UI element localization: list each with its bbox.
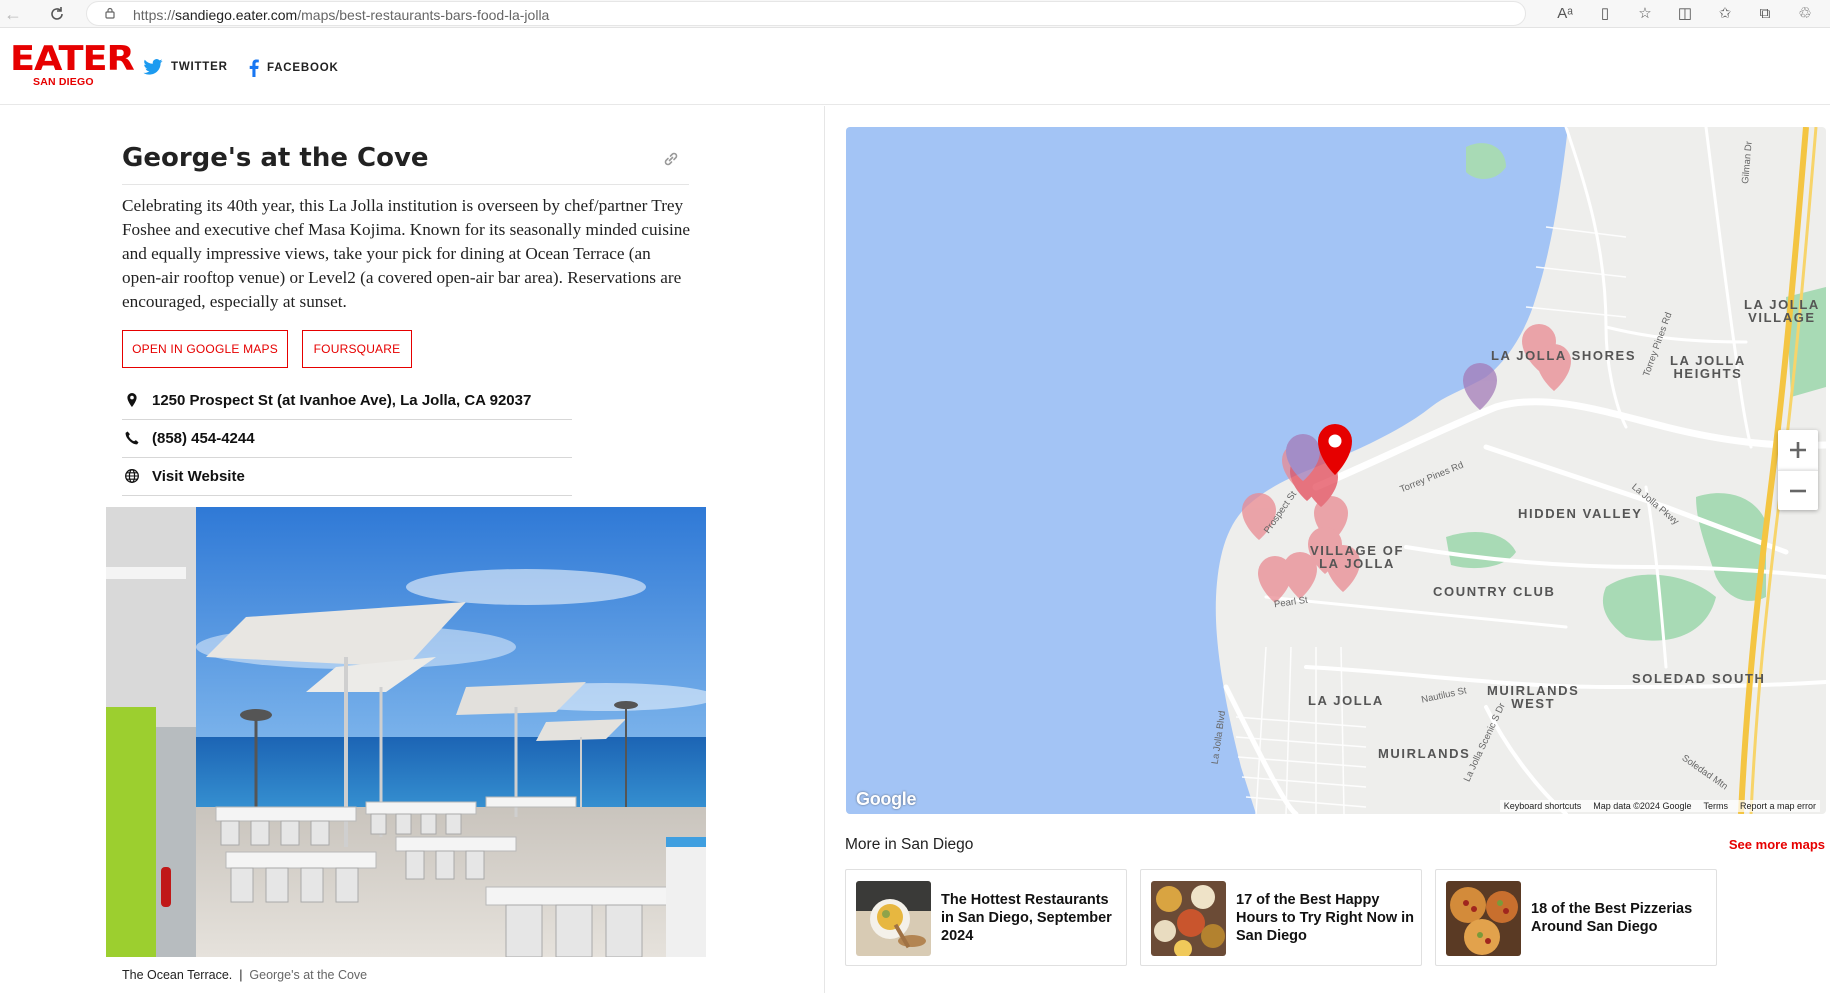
card-thumbnail	[1151, 881, 1226, 956]
google-logo: Google	[856, 789, 917, 809]
lock-icon	[105, 7, 115, 19]
map-label-muirlands: MUIRLANDS	[1378, 746, 1471, 761]
back-icon[interactable]: ←	[2, 3, 24, 25]
see-more-maps-link[interactable]: See more maps	[1729, 837, 1825, 852]
reader-view-icon[interactable]: ▯	[1594, 3, 1616, 25]
browser-toolbar: ← https://sandiego.eater.com/maps/best-r…	[0, 0, 1830, 28]
address-text: 1250 Prospect St (at Ivanhoe Ave), La Jo…	[152, 392, 532, 409]
more-card[interactable]: 18 of the Best Pizzerias Around San Dieg…	[1435, 869, 1717, 966]
reload-icon[interactable]	[46, 3, 68, 25]
venue-description: Celebrating its 40th year, this La Jolla…	[122, 196, 690, 311]
read-aloud-icon[interactable]: A͏ᵃ	[1554, 3, 1576, 25]
venue-photo	[106, 507, 706, 957]
collections-icon[interactable]: ⧉	[1754, 3, 1776, 25]
globe-icon	[125, 469, 139, 483]
twitter-icon	[143, 59, 163, 75]
map-label-la-jolla-heights: LA JOLLA HEIGHTS	[1670, 353, 1746, 381]
title-divider	[122, 184, 689, 185]
split-screen-icon[interactable]: ◫	[1674, 3, 1696, 25]
zoom-out-button[interactable]	[1778, 470, 1818, 510]
column-divider	[824, 106, 825, 993]
map-label-hidden-valley: HIDDEN VALLEY	[1518, 506, 1643, 521]
address-bar[interactable]: https://sandiego.eater.com/maps/best-res…	[86, 1, 1526, 26]
restaurant-map[interactable]: LA JOLLA VILLAGE LA JOLLA SHORES LA JOLL…	[846, 127, 1826, 814]
open-google-maps-button[interactable]: OPEN IN GOOGLE MAPS	[122, 330, 288, 368]
visit-website-link[interactable]: Visit Website	[152, 468, 245, 485]
zoom-in-button[interactable]	[1778, 430, 1818, 470]
address-row: 1250 Prospect St (at Ivanhoe Ave), La Jo…	[122, 382, 572, 420]
website-row[interactable]: Visit Website	[122, 458, 572, 496]
facebook-icon	[249, 59, 259, 77]
link-icon[interactable]	[661, 149, 681, 169]
more-card[interactable]: The Hottest Restaurants in San Diego, Se…	[845, 869, 1127, 966]
card-title: 18 of the Best Pizzerias Around San Dieg…	[1531, 900, 1693, 935]
foursquare-button[interactable]: FOURSQUARE	[302, 330, 412, 368]
terms-link[interactable]: Terms	[1703, 801, 1728, 811]
map-label-country-club: COUNTRY CLUB	[1433, 584, 1556, 599]
map-label-la-jolla: LA JOLLA	[1308, 693, 1384, 708]
more-heading: More in San Diego	[845, 836, 974, 853]
map-footer: Keyboard shortcuts Map data ©2024 Google…	[1499, 800, 1820, 812]
card-thumbnail	[856, 881, 931, 956]
phone-text: (858) 454-4244	[152, 430, 255, 447]
map-pin-icon	[127, 393, 137, 407]
more-card[interactable]: 17 of the Best Happy Hours to Try Right …	[1140, 869, 1422, 966]
venue-title: George's at the Cove	[122, 143, 429, 173]
report-map-error-link[interactable]: Report a map error	[1740, 801, 1816, 811]
card-title: The Hottest Restaurants in San Diego, Se…	[941, 891, 1112, 944]
eater-logo[interactable]: EATER SAN DIEGO	[10, 42, 135, 88]
minus-icon	[1790, 489, 1806, 493]
photo-caption: The Ocean Terrace. | George's at the Cov…	[122, 968, 368, 982]
card-thumbnail	[1446, 881, 1521, 956]
phone-icon	[125, 431, 139, 445]
facebook-link[interactable]: FACEBOOK	[249, 59, 339, 77]
url-text: https://sandiego.eater.com/maps/best-res…	[133, 7, 550, 23]
map-label-la-jolla-shores: LA JOLLA SHORES	[1491, 348, 1637, 363]
extensions-icon[interactable]: ♲	[1794, 3, 1816, 25]
card-title: 17 of the Best Happy Hours to Try Right …	[1236, 891, 1415, 944]
map-label-soledad-south: SOLEDAD SOUTH	[1632, 671, 1766, 686]
favorite-star-icon[interactable]: ☆	[1634, 3, 1656, 25]
phone-row[interactable]: (858) 454-4244	[122, 420, 572, 458]
keyboard-shortcuts-link[interactable]: Keyboard shortcuts	[1504, 801, 1582, 811]
favorites-icon[interactable]: ✩	[1714, 3, 1736, 25]
plus-icon	[1790, 442, 1806, 458]
map-label-village-of-la-jolla: VILLAGE OF LA JOLLA	[1310, 543, 1404, 571]
twitter-link[interactable]: TWITTER	[143, 59, 228, 75]
map-data-attribution: Map data ©2024 Google	[1593, 801, 1692, 811]
map-label-la-jolla-village: LA JOLLA VILLAGE	[1744, 297, 1820, 325]
site-header: EATER SAN DIEGO TWITTER FACEBOOK	[0, 29, 1830, 105]
